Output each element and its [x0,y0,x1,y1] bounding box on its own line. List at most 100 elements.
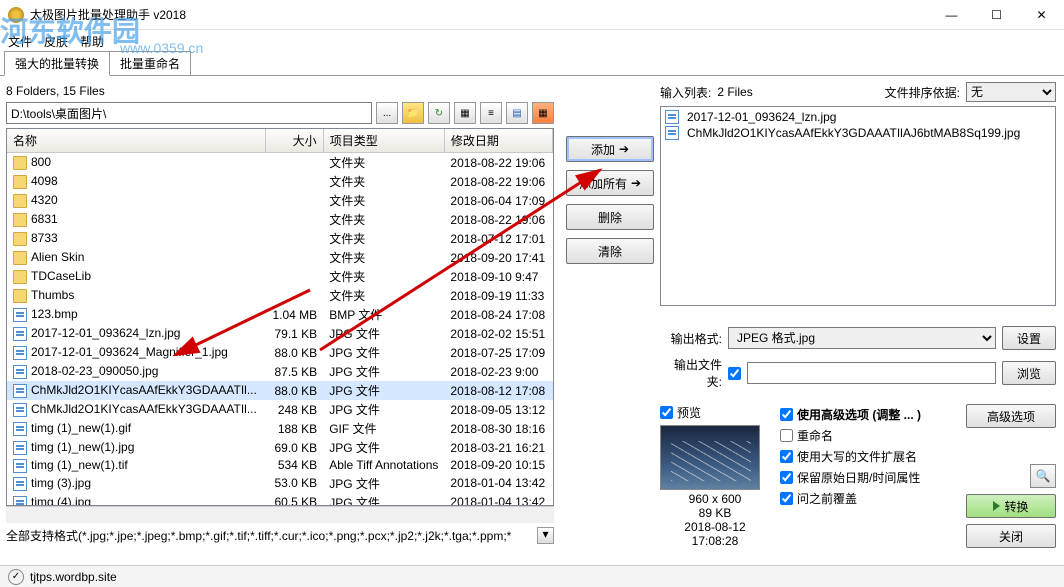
file-icon [665,126,679,140]
preview-image [660,425,760,490]
add-button[interactable]: 添加➔ [566,136,654,162]
list-item[interactable]: ChMkJld2O1KIYcasAAfEkkY3GDAAATIlAJ6btMAB… [663,125,1053,141]
input-list-label: 输入列表: [660,84,711,101]
file-icon [13,403,27,417]
list-item[interactable]: 2017-12-01_093624_lzn.jpg [663,109,1053,125]
output-format-select[interactable]: JPEG 格式.jpg [728,327,996,349]
preview-checkbox[interactable] [660,406,673,419]
uppercase-ext-checkbox[interactable] [780,450,793,463]
table-row[interactable]: 2017-12-01_093624_Magnifier_1.jpg88.0 KB… [7,343,553,362]
table-row[interactable]: 2018-02-23_090050.jpg87.5 KBJPG 文件2018-0… [7,362,553,381]
folder-icon [13,289,27,303]
table-row[interactable]: 4320文件夹2018-06-04 17:09 [7,191,553,210]
advanced-options-checkbox[interactable] [780,408,793,421]
table-row[interactable]: 8733文件夹2018-07-12 17:01 [7,229,553,248]
folder-icon [13,232,27,246]
formats-dropdown-icon[interactable]: ▾ [537,527,554,544]
arrow-right-icon: ➔ [619,142,629,156]
tab-batch-convert[interactable]: 强大的批量转换 [4,51,110,76]
up-folder-icon[interactable]: 📁 [402,102,424,124]
menu-skin[interactable]: 皮肤 [44,33,68,50]
refresh-icon[interactable]: ↻ [428,102,450,124]
settings-button[interactable]: 设置 [1002,326,1056,350]
add-all-button[interactable]: 添加所有➔ [566,170,654,196]
horizontal-scrollbar[interactable] [6,506,554,523]
rename-checkbox[interactable] [780,429,793,442]
convert-button[interactable]: 转换 [966,494,1056,518]
file-icon [13,422,27,436]
output-format-label: 输出格式: [660,330,722,347]
col-header-size[interactable]: 大小 [266,129,323,153]
file-icon [13,459,27,473]
status-icon: ✓ [8,569,24,585]
table-row[interactable]: timg (1)_new(1).gif188 KBGIF 文件2018-08-3… [7,419,553,438]
keep-date-checkbox[interactable] [780,471,793,484]
table-row[interactable]: timg (4).jpg60.5 KBJPG 文件2018-01-04 13:4… [7,493,553,505]
tab-batch-rename[interactable]: 批量重命名 [109,51,191,75]
close-panel-button[interactable]: 关闭 [966,524,1056,548]
output-folder-input[interactable] [747,362,996,384]
table-row[interactable]: 2017-12-01_093624_lzn.jpg79.1 KBJPG 文件20… [7,324,553,343]
minimize-button[interactable]: — [929,0,974,30]
table-row[interactable]: 6831文件夹2018-08-22 19:06 [7,210,553,229]
table-row[interactable]: 123.bmp1.04 MBBMP 文件2018-08-24 17:08 [7,305,553,324]
uppercase-ext-label: 使用大写的文件扩展名 [797,448,917,465]
advanced-options-header: 使用高级选项 (调整 ... ) [797,406,921,423]
folder-icon [13,270,27,284]
table-row[interactable]: Alien Skin文件夹2018-09-20 17:41 [7,248,553,267]
close-button[interactable]: ✕ [1019,0,1064,30]
browse-output-button[interactable]: 浏览 [1002,361,1056,385]
input-file-list[interactable]: 2017-12-01_093624_lzn.jpgChMkJld2O1KIYca… [660,106,1056,306]
output-folder-label: 输出文件夹: [660,356,722,390]
sort-select[interactable]: 无 [966,82,1056,102]
folder-icon [13,175,27,189]
table-row[interactable]: 4098文件夹2018-08-22 19:06 [7,172,553,191]
preview-filesize: 89 KB [660,506,770,520]
file-icon [13,477,27,491]
overwrite-ask-label: 问之前覆盖 [797,490,857,507]
table-row[interactable]: TDCaseLib文件夹2018-09-10 9:47 [7,267,553,286]
output-folder-checkbox[interactable] [728,367,741,380]
status-url: tjtps.wordbp.site [30,570,117,584]
file-icon [13,308,27,322]
col-header-type[interactable]: 项目类型 [323,129,444,153]
overwrite-ask-checkbox[interactable] [780,492,793,505]
keep-date-label: 保留原始日期/时间属性 [797,469,920,486]
table-row[interactable]: timg (1)_new(1).tif534 KBAble Tiff Annot… [7,457,553,474]
col-header-name[interactable]: 名称 [7,129,266,153]
view-large-icon[interactable]: ▦ [454,102,476,124]
view-thumbs-icon[interactable]: ▦ [532,102,554,124]
table-row[interactable]: timg (3).jpg53.0 KBJPG 文件2018-01-04 13:4… [7,474,553,493]
col-header-date[interactable]: 修改日期 [444,129,552,153]
clear-button[interactable]: 清除 [566,238,654,264]
arrow-right-icon: ➔ [631,176,641,190]
menu-file[interactable]: 文件 [8,33,32,50]
delete-button[interactable]: 删除 [566,204,654,230]
play-icon [993,501,1000,511]
file-icon [13,496,27,505]
window-title: 太极图片批量处理助手 v2018 [30,6,929,23]
file-icon [13,441,27,455]
view-list-icon[interactable]: ≡ [480,102,502,124]
table-row[interactable]: Thumbs文件夹2018-09-19 11:33 [7,286,553,305]
sort-label: 文件排序依据: [885,84,960,101]
table-row[interactable]: timg (1)_new(1).jpg69.0 KBJPG 文件2018-03-… [7,438,553,457]
maximize-button[interactable]: ☐ [974,0,1019,30]
folder-icon [13,156,27,170]
app-icon [8,7,24,23]
folder-icon [13,251,27,265]
preview-dimensions: 960 x 600 [660,492,770,506]
path-input[interactable] [6,102,372,124]
folder-summary: 8 Folders, 15 Files [6,82,554,102]
table-row[interactable]: ChMkJld2O1KIYcasAAfEkkY3GDAAATIl...248 K… [7,400,553,419]
file-icon [665,110,679,124]
advanced-options-button[interactable]: 高级选项 [966,404,1056,428]
folder-icon [13,194,27,208]
browse-path-button[interactable]: ... [376,102,398,124]
rename-label: 重命名 [797,427,833,444]
view-details-icon[interactable]: ▤ [506,102,528,124]
table-row[interactable]: 800文件夹2018-08-22 19:06 [7,153,553,173]
table-row[interactable]: ChMkJld2O1KIYcasAAfEkkY3GDAAATIl...88.0 … [7,381,553,400]
magnify-icon[interactable]: 🔍 [1030,464,1056,488]
menu-help[interactable]: 帮助 [80,33,104,50]
